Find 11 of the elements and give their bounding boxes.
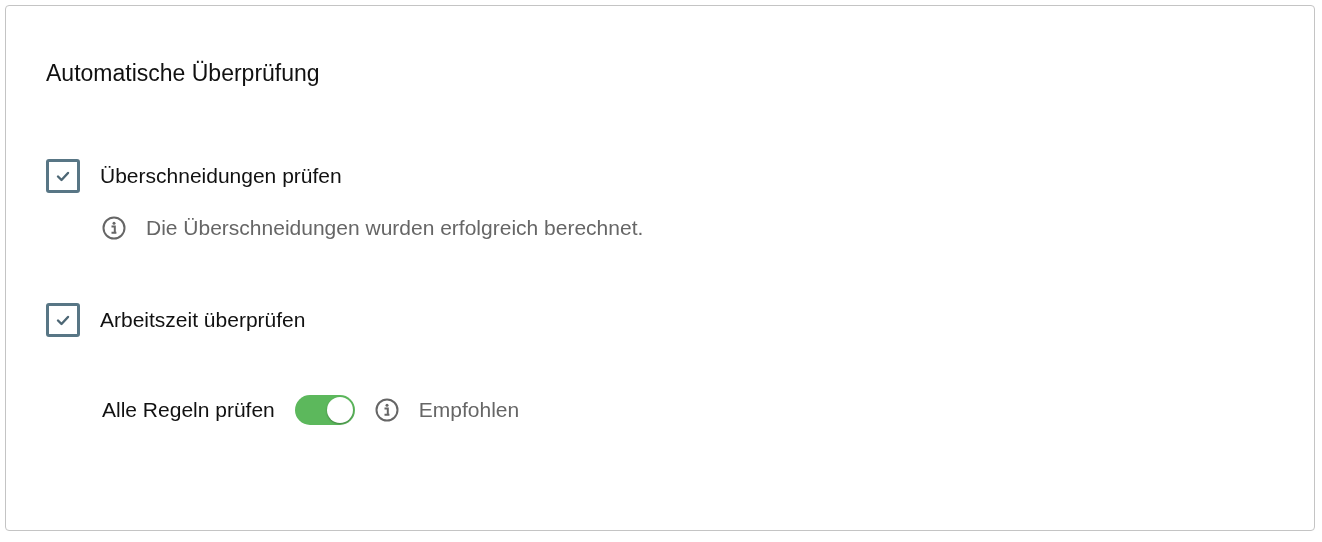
toggle-label: Alle Regeln prüfen bbox=[102, 398, 275, 422]
section-title: Automatische Überprüfung bbox=[46, 59, 321, 88]
info-text: Die Überschneidungen wurden erfolgreich berechnet. bbox=[146, 216, 644, 240]
info-icon bbox=[374, 398, 399, 422]
checkbox[interactable] bbox=[46, 159, 80, 193]
checkbox[interactable] bbox=[46, 303, 80, 337]
toggle-switch[interactable] bbox=[294, 395, 355, 425]
checkbox-label: Arbeitszeit überprüfen bbox=[100, 308, 306, 332]
info-icon bbox=[102, 216, 126, 240]
checkbox-label: Überschneidungen prüfen bbox=[100, 164, 342, 188]
hint-text: Empfohlen bbox=[418, 398, 520, 422]
